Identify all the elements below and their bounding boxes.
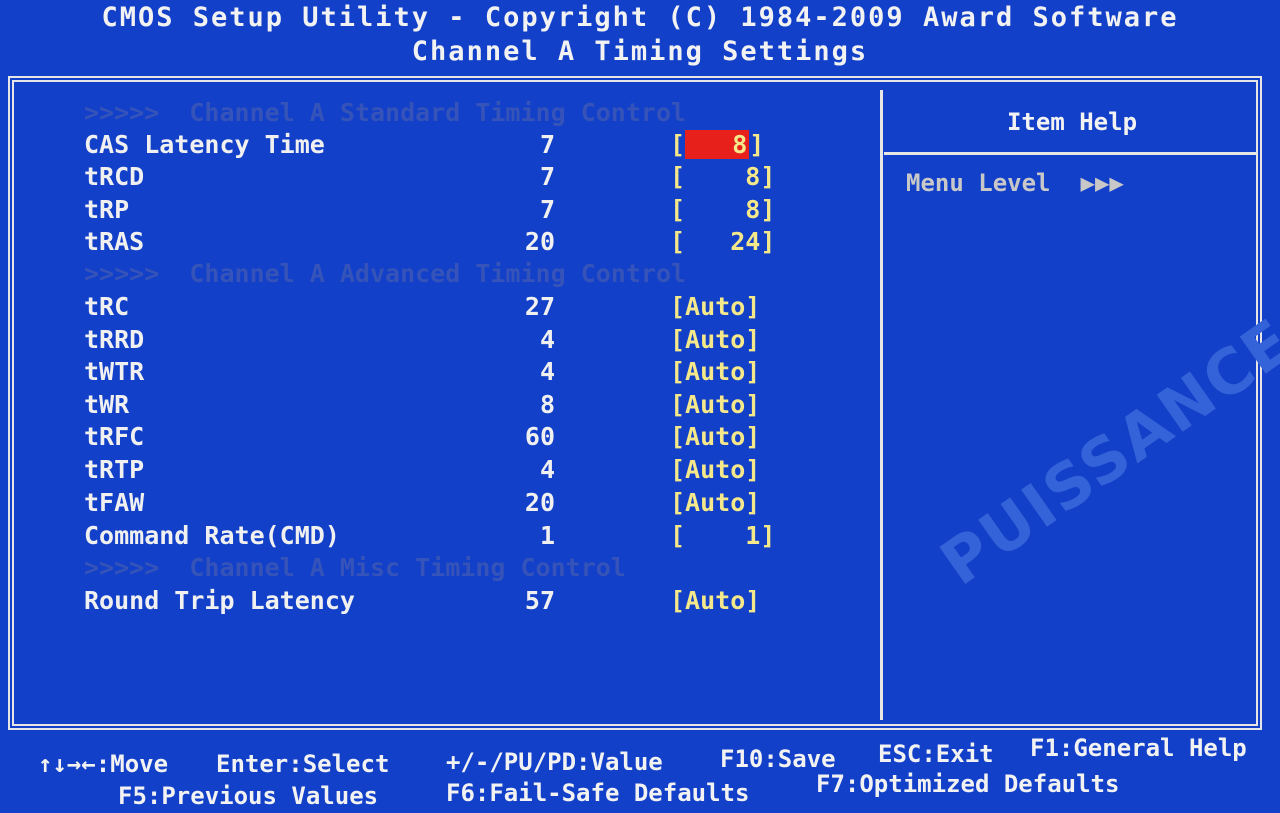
row-setting-value[interactable]: [Auto]	[670, 292, 760, 321]
row-current-value: 20	[524, 488, 555, 517]
setting-row-trcd[interactable]: tRCD 7 [ 8]	[0, 162, 880, 194]
row-setting-value[interactable]: [ 24]	[670, 227, 775, 256]
row-label: CAS Latency Time	[84, 130, 325, 159]
row-current-value: 7	[539, 130, 555, 159]
row-label: tRTP	[84, 455, 145, 484]
row-setting-value[interactable]: [Auto]	[670, 488, 760, 517]
row-setting-value[interactable]: [Auto]	[670, 422, 760, 451]
row-current-value: 4	[539, 325, 555, 354]
row-current-value: 27	[524, 292, 555, 321]
key-hint-exit: ESC:Exit	[878, 740, 994, 768]
key-hint-select: Enter:Select	[216, 750, 390, 778]
row-label: Command Rate(CMD)	[84, 521, 340, 550]
setting-row-twr[interactable]: tWR 8 [Auto]	[0, 390, 880, 422]
help-divider	[884, 152, 1256, 155]
row-current-value: 8	[539, 390, 555, 419]
row-label: tWR	[84, 390, 130, 419]
page-subtitle: Channel A Timing Settings	[411, 36, 869, 67]
row-setting-value[interactable]: [ 8]	[670, 162, 775, 191]
setting-row-tras[interactable]: tRAS 20 [ 24]	[0, 227, 880, 259]
setting-row-round-trip-latency[interactable]: Round Trip Latency 57 [Auto]	[0, 586, 880, 618]
row-label: Round Trip Latency	[84, 586, 355, 615]
key-hint-value: +/-/PU/PD:Value	[446, 748, 663, 776]
row-setting-value[interactable]: [Auto]	[670, 390, 760, 419]
key-hint-general-help: F1:General Help	[1030, 734, 1247, 762]
row-setting-value[interactable]: [Auto]	[670, 325, 760, 354]
row-current-value: 57	[524, 586, 555, 615]
panel-divider	[880, 90, 886, 720]
row-label: tRRD	[84, 325, 145, 354]
row-current-value: 20	[524, 227, 555, 256]
row-current-value: 60	[524, 422, 555, 451]
section-standard-timing: >>>>> Channel A Standard Timing Control	[84, 98, 687, 127]
setting-row-trc[interactable]: tRC 27 [Auto]	[0, 292, 880, 324]
row-setting-value[interactable]: [Auto]	[670, 357, 760, 386]
section-advanced-timing: >>>>> Channel A Advanced Timing Control	[84, 259, 687, 288]
row-label: tFAW	[84, 488, 145, 517]
row-current-value: 4	[539, 357, 555, 386]
menu-level-label: Menu Level	[906, 169, 1051, 197]
row-current-value: 7	[539, 162, 555, 191]
row-label: tRFC	[84, 422, 145, 451]
row-setting-value[interactable]: [Auto]	[670, 455, 760, 484]
key-hint-previous-values: F5:Previous Values	[118, 782, 379, 810]
setting-row-command-rate[interactable]: Command Rate(CMD) 1 [ 1]	[0, 521, 880, 553]
key-hint-save: F10:Save	[720, 745, 836, 773]
row-label: tRC	[84, 292, 130, 321]
item-help-title: Item Help	[1006, 108, 1138, 136]
row-label: tRCD	[84, 162, 145, 191]
row-label: tWTR	[84, 357, 145, 386]
row-current-value: 1	[539, 521, 555, 550]
row-label: tRAS	[84, 227, 145, 256]
row-current-value: 7	[539, 195, 555, 224]
setting-row-trfc[interactable]: tRFC 60 [Auto]	[0, 422, 880, 454]
setting-row-twtr[interactable]: tWTR 4 [Auto]	[0, 357, 880, 389]
key-hint-failsafe-defaults: F6:Fail-Safe Defaults	[446, 779, 750, 807]
row-setting-value[interactable]: [ 8]	[670, 195, 775, 224]
row-setting-value[interactable]: [Auto]	[670, 586, 760, 615]
section-misc-timing: >>>>> Channel A Misc Timing Control	[84, 553, 626, 582]
setting-row-cas-latency[interactable]: CAS Latency Time 7 [ 8]	[0, 130, 880, 162]
setting-row-tfaw[interactable]: tFAW 20 [Auto]	[0, 488, 880, 520]
selected-value-highlight: 8	[685, 130, 750, 159]
setting-row-trrd[interactable]: tRRD 4 [Auto]	[0, 325, 880, 357]
row-label: tRP	[84, 195, 130, 224]
key-hint-optimized-defaults: F7:Optimized Defaults	[816, 770, 1120, 798]
menu-level-arrows-icon: ▶▶▶	[1080, 169, 1124, 197]
utility-title: CMOS Setup Utility - Copyright (C) 1984-…	[101, 2, 1179, 33]
setting-row-trp[interactable]: tRP 7 [ 8]	[0, 195, 880, 227]
row-current-value: 4	[539, 455, 555, 484]
row-setting-value[interactable]: [ 1]	[670, 521, 775, 550]
key-hint-move: ↑↓→←:Move	[38, 750, 169, 778]
setting-row-trtp[interactable]: tRTP 4 [Auto]	[0, 455, 880, 487]
menu-level: Menu Level ▶▶▶	[906, 169, 1124, 197]
row-setting-value[interactable]: [ 8]	[670, 130, 764, 159]
